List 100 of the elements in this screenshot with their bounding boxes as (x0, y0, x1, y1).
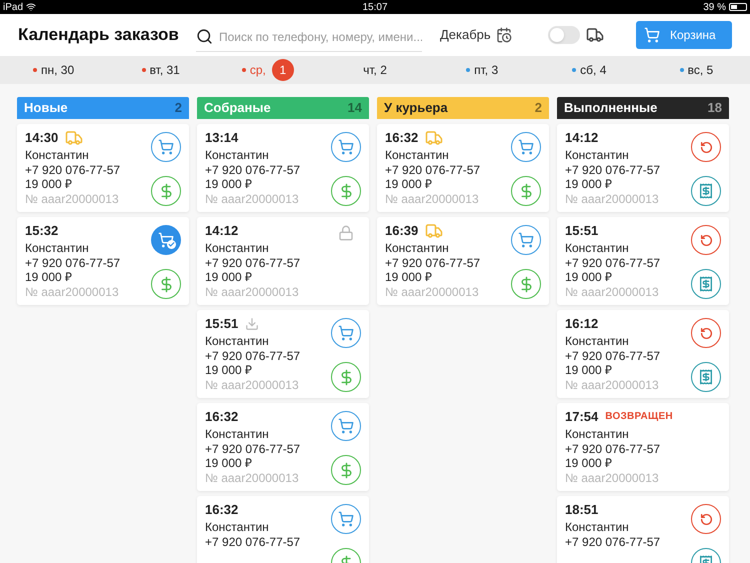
day-tab[interactable]: вс, 5 (642, 61, 750, 79)
day-label: вт, 31 (150, 62, 180, 79)
order-card[interactable]: 16:12 Константин +7 920 076-77-57 19 000 ₽ № aaar20000013 (557, 310, 729, 398)
day-label: ср, (250, 62, 266, 79)
customer-name: Константин (565, 334, 630, 348)
order-price: 19 000 ₽ (565, 456, 614, 470)
column-count: 18 (708, 99, 722, 118)
phone-number: +7 920 076-77-57 (205, 534, 300, 549)
day-tab[interactable]: сб, 4 (536, 61, 643, 79)
dollar-button[interactable] (151, 176, 181, 206)
order-price: 19 000 ₽ (25, 177, 74, 192)
dollar-button[interactable] (511, 269, 541, 299)
phone-number: +7 920 076-77-57 (25, 256, 120, 270)
customer-name: Константин (25, 241, 90, 256)
wifi-icon (26, 2, 36, 12)
order-number: № aaar20000013 (565, 378, 660, 392)
search-field[interactable]: Поиск по телефону, номеру, имени... (196, 22, 422, 52)
phone-number: +7 920 076-77-57 (565, 442, 662, 456)
dollar-button[interactable] (151, 269, 181, 299)
cart-button[interactable] (511, 132, 541, 162)
cart-button[interactable] (331, 504, 361, 534)
order-price: 19 000 ₽ (385, 177, 434, 192)
order-number: № aaar20000013 (25, 192, 120, 206)
receipt-button[interactable] (691, 269, 721, 299)
customer-name: Константин (205, 334, 270, 348)
dollar-button[interactable] (331, 176, 361, 206)
order-price: 19 000 ₽ (205, 270, 254, 284)
phone-number: +7 920 076-77-57 (565, 348, 660, 363)
dollar-button[interactable] (331, 455, 361, 485)
customer-name: Константин (565, 427, 630, 442)
month-picker[interactable]: Декабрь (440, 25, 512, 45)
order-number: № aaar20000013 (565, 470, 660, 485)
return-button[interactable] (691, 132, 721, 162)
customer-name: Константин (385, 241, 450, 256)
cart-button[interactable] (511, 225, 541, 255)
order-card[interactable]: 17:54 ВОЗВРАЩЕН Константин +7 920 076-77-57 19 000 ₽ № aaar20000013 (557, 403, 729, 491)
cart-button[interactable] (331, 132, 361, 162)
order-card[interactable]: 15:32 Константин +7 920 076-77-57 19 000 ₽ № aaar20000013 (17, 217, 189, 305)
page-title: Календарь заказов (18, 24, 180, 46)
return-button[interactable] (691, 225, 721, 255)
order-price: 19 000 ₽ (385, 270, 434, 284)
cart-icon (518, 232, 534, 248)
order-time: 17:54 (565, 410, 598, 424)
status-label: ВОЗВРАЩЕН (605, 410, 673, 424)
order-card[interactable]: 16:39 Константин +7 920 076-77-57 19 000 ₽ № aaar20000013 (377, 217, 549, 305)
day-tab[interactable]: вт, 31 (107, 61, 214, 79)
day-tab[interactable]: ср, 1 (214, 59, 322, 81)
delivery-toggle[interactable] (548, 26, 580, 44)
order-price: 19 000 ₽ (25, 270, 74, 284)
download-icon (245, 317, 260, 331)
phone-number: +7 920 076-77-57 (205, 256, 300, 270)
order-price: 19 000 ₽ (565, 177, 614, 192)
order-price: 19 000 ₽ (565, 270, 614, 284)
dollar-button[interactable] (511, 176, 541, 206)
order-card[interactable]: 18:51 Константин +7 920 076-77-57 (557, 496, 729, 563)
order-card[interactable]: 13:14 Константин +7 920 076-77-57 19 000 ₽ № aaar20000013 (197, 124, 369, 212)
phone-number: +7 920 076-77-57 (205, 162, 300, 177)
cart-icon (338, 418, 354, 434)
order-time: 15:51 (205, 316, 238, 332)
day-tab[interactable]: пт, 3 (428, 61, 536, 79)
order-card[interactable]: 14:12 Константин +7 920 076-77-57 19 000 ₽ № aaar20000013 (197, 217, 369, 305)
day-tab[interactable]: пн, 30 (0, 61, 108, 79)
cart-icon (338, 511, 354, 527)
order-card[interactable]: 16:32 Константин +7 920 076-77-57 (197, 496, 369, 563)
cart-icon (158, 139, 174, 155)
receipt-icon (698, 369, 714, 385)
order-card[interactable]: 15:51 Константин +7 920 076-77-57 19 000 ₽ № aaar20000013 (197, 310, 369, 398)
order-number: № aaar20000013 (205, 470, 300, 485)
order-card[interactable]: 15:51 Константин +7 920 076-77-57 19 000 ₽ № aaar20000013 (557, 217, 729, 305)
cart-icon (518, 139, 534, 155)
customer-name: Константин (565, 520, 630, 534)
order-card[interactable]: 14:30 Константин +7 920 076-77-57 19 000 ₽ № aaar20000013 (17, 124, 189, 212)
cart-icon (158, 232, 174, 248)
cart-icon (338, 325, 354, 341)
count-badge: 1 (272, 59, 294, 81)
customer-name: Константин (565, 148, 630, 162)
return-arrow-icon (700, 234, 712, 246)
return-arrow-icon (700, 326, 712, 340)
return-arrow-icon (700, 512, 712, 526)
return-button[interactable] (691, 318, 721, 348)
cart-button[interactable] (331, 318, 361, 348)
cart-check-button[interactable] (151, 225, 181, 255)
day-tab[interactable]: чт, 2 (321, 61, 429, 79)
device-name: iPad (3, 0, 24, 14)
order-time: 14:12 (205, 224, 238, 238)
order-number: № aaar20000013 (385, 284, 480, 299)
dollar-button[interactable] (331, 362, 361, 392)
order-price: 19 000 ₽ (565, 363, 614, 378)
calendar-icon (496, 27, 512, 43)
order-time: 15:51 (565, 224, 598, 238)
return-button[interactable] (691, 504, 721, 534)
cart-button[interactable] (331, 411, 361, 441)
order-card[interactable]: 16:32 Константин +7 920 076-77-57 19 000 ₽ № aaar20000013 (377, 124, 549, 212)
receipt-button[interactable] (691, 176, 721, 206)
order-time: 14:30 (25, 130, 58, 146)
truck-icon (425, 222, 444, 240)
order-card[interactable]: 16:32 Константин +7 920 076-77-57 19 000 ₽ № aaar20000013 (197, 403, 369, 491)
cart-button[interactable] (151, 132, 181, 162)
order-card[interactable]: 14:12 Константин +7 920 076-77-57 19 000 ₽ № aaar20000013 (557, 124, 729, 212)
receipt-button[interactable] (691, 362, 721, 392)
